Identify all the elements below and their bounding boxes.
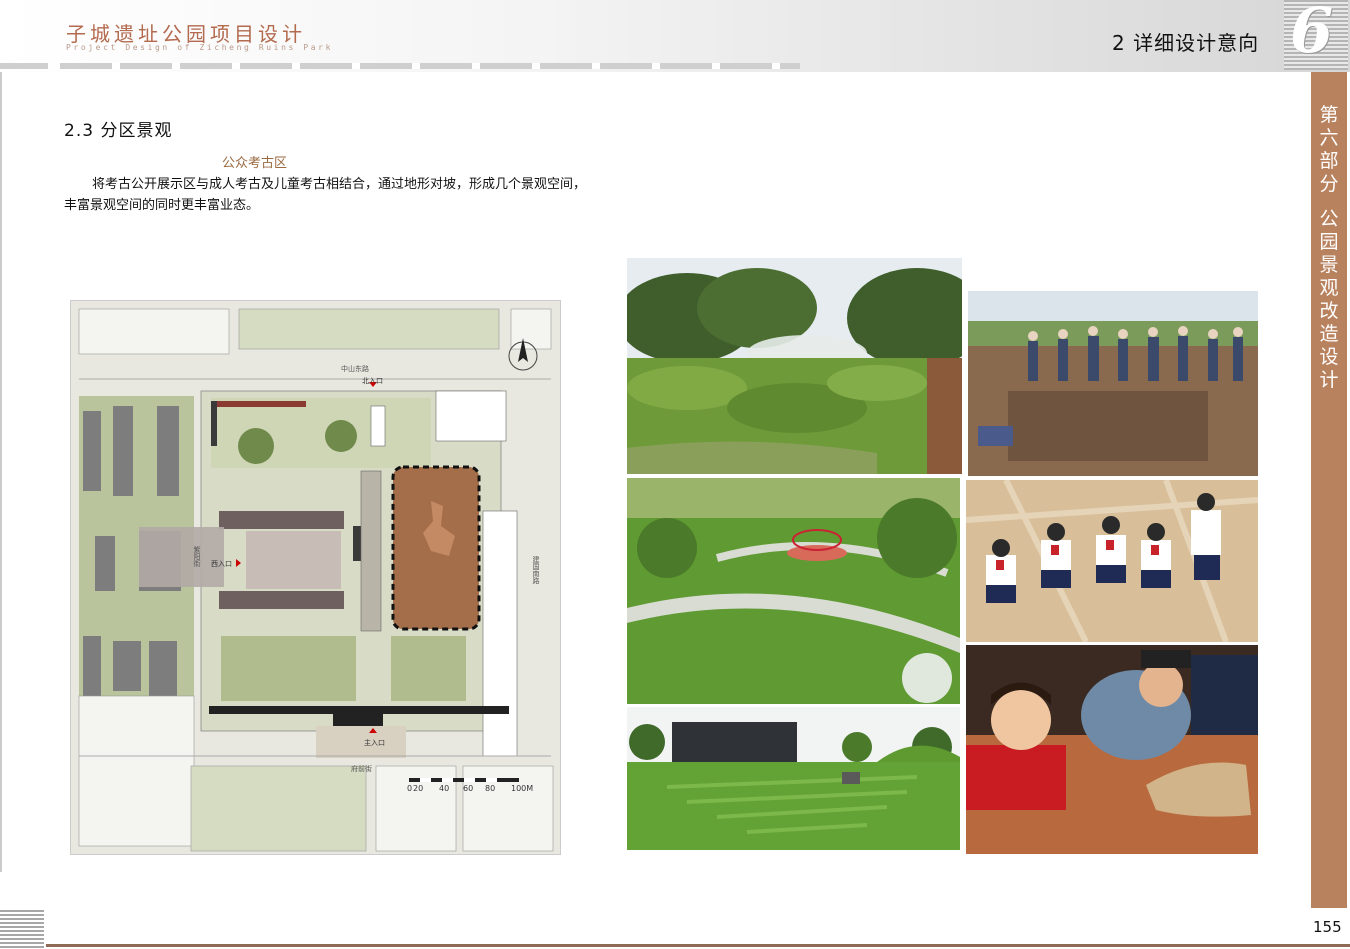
side-char: 第 bbox=[1319, 104, 1339, 126]
site-plan: 中山东路 府前街 建国南路 紫阳街 北入口 西入口 主入口 0 20 40 60… bbox=[70, 300, 561, 855]
paragraph-line-2: 丰富景观空间的同时更丰富业态。 bbox=[64, 198, 260, 213]
photo-grass-amphitheater bbox=[627, 707, 960, 850]
scale-label-40: 40 bbox=[439, 784, 449, 793]
side-part-label: 第六部分 bbox=[1312, 104, 1346, 196]
photo-children-sand-image bbox=[966, 480, 1258, 642]
photo-adult-dig-image bbox=[968, 291, 1258, 476]
photo-terraced-lawn bbox=[627, 478, 960, 704]
body-paragraph: 将考古公开展示区与成人考古及儿童考古相结合，通过地形对坡，形成几个景观空间， 丰… bbox=[64, 174, 624, 216]
road-west-label: 紫阳街 bbox=[193, 546, 201, 568]
side-char: 六 bbox=[1319, 127, 1339, 149]
photo-kids-dig-closeup-image bbox=[966, 645, 1258, 854]
page-number: 155 bbox=[1313, 918, 1342, 936]
section-heading: 2 详细设计意向 bbox=[1112, 31, 1260, 55]
side-char: 造 bbox=[1319, 323, 1339, 345]
scale-label-0: 0 bbox=[407, 784, 412, 793]
left-border bbox=[0, 72, 2, 872]
photo-mound-park-image bbox=[627, 258, 962, 474]
side-part-name: 公园景观改造设计 bbox=[1312, 208, 1346, 392]
side-char: 部 bbox=[1319, 150, 1339, 172]
entrance-north-label: 北入口 bbox=[362, 377, 383, 385]
road-east-label: 建国南路 bbox=[532, 555, 540, 585]
side-char: 园 bbox=[1319, 231, 1339, 253]
footer-line bbox=[46, 944, 1350, 947]
photo-grass-amphitheater-image bbox=[627, 707, 960, 850]
scale-label-80: 80 bbox=[485, 784, 495, 793]
photo-adult-dig bbox=[968, 291, 1258, 476]
paragraph-line-1: 将考古公开展示区与成人考古及儿童考古相结合，通过地形对坡，形成几个景观空间， bbox=[92, 177, 587, 192]
photo-children-sand bbox=[966, 480, 1258, 642]
project-subtitle: Project Design of Zicheng Ruins Park bbox=[66, 43, 333, 52]
photo-mound-park bbox=[627, 258, 962, 474]
side-char: 改 bbox=[1319, 300, 1339, 322]
scale-label-100m: 100M bbox=[511, 784, 533, 793]
footer-stripe bbox=[0, 910, 44, 948]
photo-terraced-lawn-image bbox=[627, 478, 960, 704]
side-char: 分 bbox=[1319, 173, 1339, 195]
scale-label-20: 20 bbox=[413, 784, 423, 793]
zone-title: 公众考古区 bbox=[222, 156, 288, 171]
header-divider-dashes bbox=[60, 63, 800, 69]
part-number-badge: 6 bbox=[1284, 0, 1348, 70]
side-char: 设 bbox=[1319, 346, 1339, 368]
side-bar-text: 第六部分 公园景观改造设计 bbox=[1312, 104, 1346, 392]
scale-label-60: 60 bbox=[463, 784, 473, 793]
header-divider-left bbox=[0, 63, 48, 69]
side-char: 计 bbox=[1319, 369, 1339, 391]
entrance-west-label: 西入口 bbox=[211, 560, 232, 568]
page-header: 子城遗址公园项目设计 Project Design of Zicheng Rui… bbox=[0, 0, 1350, 72]
side-char: 景 bbox=[1319, 254, 1339, 276]
part-number: 6 bbox=[1290, 0, 1334, 67]
side-char: 公 bbox=[1319, 208, 1339, 230]
site-plan-drawing: 中山东路 府前街 建国南路 紫阳街 北入口 西入口 主入口 0 20 40 60… bbox=[78, 308, 554, 852]
side-char: 观 bbox=[1319, 277, 1339, 299]
road-south-label: 府前街 bbox=[351, 764, 372, 773]
entrance-south-label: 主入口 bbox=[364, 738, 385, 747]
section-title: 2.3 分区景观 bbox=[64, 121, 173, 141]
photo-kids-dig-closeup bbox=[966, 645, 1258, 854]
road-north-label: 中山东路 bbox=[341, 364, 369, 373]
